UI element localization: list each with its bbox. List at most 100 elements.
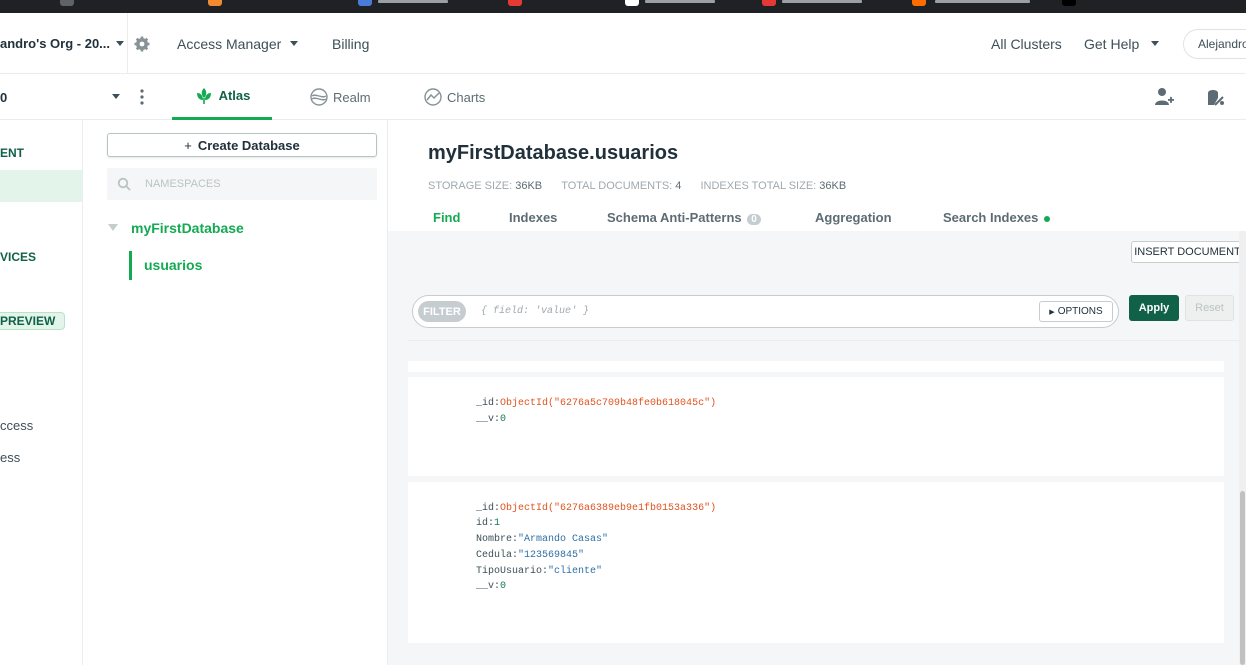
insert-document-button[interactable]: INSERT DOCUMENT — [1131, 241, 1244, 263]
filter-bar: FILTER { field: 'value' } ▶ OPTIONS — [412, 295, 1119, 328]
chevron-down-icon — [1151, 41, 1160, 46]
tab-favicon[interactable] — [358, 0, 372, 6]
number-value: 0 — [500, 414, 507, 425]
document-field: __v:0 — [476, 414, 507, 425]
string-value: "cliente" — [548, 566, 603, 577]
chevron-down-icon — [112, 94, 120, 99]
new-indicator-dot — [1044, 216, 1051, 222]
reset-button[interactable]: Reset — [1185, 295, 1234, 321]
document-field: _id:ObjectId("6276a6389eb9e1fb0153a336") — [476, 503, 717, 514]
tab-favicon[interactable] — [60, 0, 74, 6]
filter-label: FILTER — [418, 301, 466, 322]
total-documents-value: 4 — [675, 180, 682, 192]
tab-find[interactable]: Find — [433, 210, 460, 225]
tab-favicon[interactable] — [762, 0, 776, 6]
tab-search-indexes[interactable]: Search Indexes — [943, 210, 1051, 225]
invite-user-button[interactable] — [1153, 86, 1175, 108]
tab-schema-label: Schema Anti-Patterns — [607, 210, 742, 225]
tab-charts-label: Charts — [447, 89, 486, 105]
all-clusters-link[interactable]: All Clusters — [991, 13, 1062, 74]
tab-favicon[interactable] — [508, 0, 522, 6]
org-selector[interactable]: andro's Org - 20... — [0, 13, 128, 74]
project-nav-bar: 0 Atlas Realm Charts — [0, 74, 1246, 120]
project-name: 0 — [0, 89, 8, 105]
realm-icon — [310, 88, 328, 106]
storage-size-label: STORAGE SIZE: — [428, 180, 513, 192]
options-button[interactable]: ▶ OPTIONS — [1039, 301, 1113, 322]
sidebar-item-database-active[interactable] — [0, 170, 82, 202]
tab-indexes[interactable]: Indexes — [509, 210, 557, 225]
number-value: 0 — [500, 581, 507, 592]
charts-icon — [424, 88, 442, 106]
create-database-button[interactable]: + Create Database — [107, 133, 377, 157]
collection-active-indicator — [129, 251, 132, 280]
namespace-search-input[interactable]: NAMESPACES — [107, 168, 377, 200]
tab-favicon[interactable] — [1062, 0, 1076, 6]
sidebar-section-services: VICES — [0, 250, 37, 264]
namespace-search-placeholder: NAMESPACES — [145, 178, 221, 190]
indexes-size-label: INDEXES TOTAL SIZE: — [700, 180, 817, 192]
sidebar-item-database-access[interactable]: ccess — [0, 418, 33, 433]
tab-charts[interactable]: Charts — [424, 74, 485, 120]
tab-schema-anti-patterns[interactable]: Schema Anti-Patterns 0 — [607, 210, 761, 225]
atlas-leaf-icon — [196, 87, 211, 104]
sidebar-section-deployment: ENT — [0, 146, 24, 160]
search-icon — [117, 177, 131, 191]
tab-realm[interactable]: Realm — [310, 74, 371, 120]
add-user-icon — [1155, 88, 1174, 105]
chevron-down-icon — [290, 41, 299, 46]
vertical-ellipsis-icon — [140, 89, 144, 105]
tab-title — [645, 0, 715, 3]
tab-aggregation[interactable]: Aggregation — [815, 210, 892, 225]
tab-favicon[interactable] — [912, 0, 926, 6]
scrollbar[interactable] — [1239, 231, 1246, 665]
activity-icon — [1208, 90, 1224, 106]
gear-icon — [134, 36, 150, 51]
get-help-menu[interactable]: Get Help — [1084, 13, 1160, 74]
billing-label: Billing — [332, 35, 370, 52]
browser-tab-strip — [0, 0, 1246, 13]
all-clusters-label: All Clusters — [991, 35, 1062, 52]
collection-item[interactable]: usuarios — [144, 257, 202, 273]
billing-link[interactable]: Billing — [332, 13, 369, 74]
sidebar-item-network-access[interactable]: ess — [0, 450, 20, 465]
document-field: Cedula:"123569845" — [476, 550, 585, 561]
database-item[interactable]: myFirstDatabase — [131, 220, 244, 236]
project-selector[interactable]: 0 — [0, 74, 160, 120]
document-card[interactable]: _id:ObjectId("6276a6389eb9e1fb0153a336")… — [408, 482, 1224, 643]
access-manager-menu[interactable]: Access Manager — [177, 13, 299, 74]
user-menu[interactable]: Alejandro — [1183, 29, 1246, 59]
activity-feed-button[interactable] — [1204, 86, 1226, 108]
caret-right-icon: ▶ — [1049, 308, 1055, 316]
options-label: OPTIONS — [1057, 306, 1103, 317]
document-card[interactable]: _id:ObjectId("6276a5c709b48fe0b618045c")… — [408, 377, 1224, 476]
document-field: TipoUsuario:"cliente" — [476, 566, 603, 577]
create-database-label: Create Database — [197, 137, 300, 153]
apply-button[interactable]: Apply — [1129, 295, 1179, 321]
caret-down-icon[interactable] — [108, 224, 118, 231]
page-title: myFirstDatabase.usuarios — [428, 142, 679, 164]
tab-favicon[interactable] — [625, 0, 639, 6]
org-settings-button[interactable] — [128, 13, 156, 74]
user-name: Alejandro — [1198, 37, 1246, 51]
tab-atlas-label: Atlas — [218, 88, 251, 103]
tab-title — [782, 0, 862, 3]
left-sidebar: ENT VICES PREVIEW ccess ess — [0, 120, 83, 665]
tab-title — [378, 0, 448, 3]
scrollbar-thumb[interactable] — [1240, 491, 1245, 665]
tab-realm-label: Realm — [333, 89, 371, 105]
results-area: INSERT DOCUMENT FILTER { field: 'value' … — [388, 231, 1246, 665]
tab-search-indexes-label: Search Indexes — [943, 210, 1039, 225]
tab-favicon[interactable] — [208, 0, 222, 6]
tab-atlas[interactable]: Atlas — [172, 74, 272, 120]
filter-input[interactable]: { field: 'value' } — [481, 306, 589, 317]
namespace-panel: + Create Database NAMESPACES myFirstData… — [83, 120, 388, 665]
document-card-partial — [408, 361, 1224, 372]
total-documents-label: TOTAL DOCUMENTS: — [561, 180, 673, 192]
project-more-button[interactable] — [138, 87, 146, 107]
chevron-down-icon — [116, 41, 125, 46]
indexes-size-value: 36KB — [819, 180, 847, 192]
schema-count-badge: 0 — [747, 214, 761, 225]
sidebar-preview-badge: PREVIEW — [0, 312, 65, 330]
string-value: "Armando Casas" — [518, 534, 609, 545]
